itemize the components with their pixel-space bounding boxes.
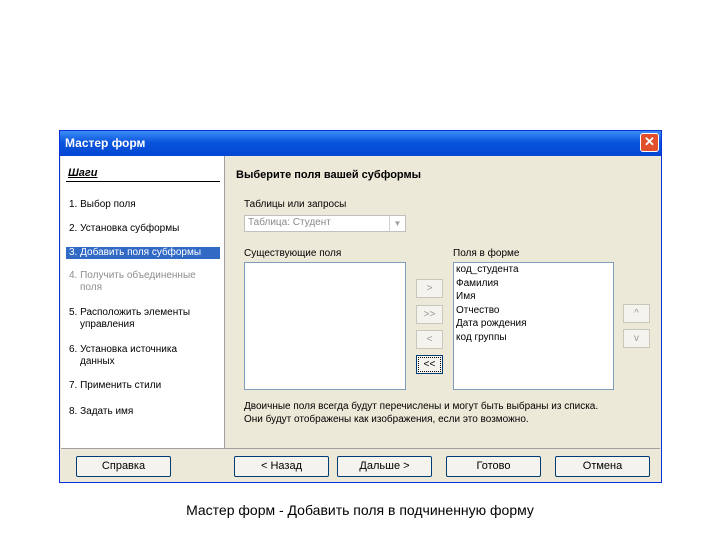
move-up-button[interactable]: ^ [623,304,650,323]
title-bar[interactable]: Мастер форм ✕ [60,131,661,156]
back-button[interactable]: < Назад [234,456,329,477]
steps-panel: Шаги 1. Выбор поля 2. Установка субформы… [61,156,224,448]
step-7[interactable]: 7. Применить стили [66,380,220,392]
list-item[interactable]: Отчество [454,304,613,318]
list-item[interactable]: Имя [454,290,613,304]
remove-field-button[interactable]: < [416,330,443,349]
add-all-fields-button[interactable]: >> [416,305,443,324]
existing-fields-list[interactable] [244,262,406,390]
form-fields-label: Поля в форме [453,248,520,259]
next-button[interactable]: Дальше > [337,456,432,477]
list-item[interactable]: код_студента [454,263,613,277]
step-6-line2: данных [80,356,115,367]
list-item[interactable]: код группы [454,331,613,345]
slide-caption: Мастер форм - Добавить поля в подчиненну… [186,502,534,518]
footer-separator [61,448,660,449]
table-select-value: Таблица: Студент [248,217,331,228]
form-fields-list[interactable]: код_студента Фамилия Имя Отчество Дата р… [453,262,614,390]
step-4: 4. Получить объединенные поля [66,270,220,294]
close-button[interactable]: ✕ [640,133,659,152]
close-icon: ✕ [644,134,655,149]
cancel-button[interactable]: Отмена [555,456,650,477]
step-6[interactable]: 6. Установка источника данных [66,344,220,368]
step-8[interactable]: 8. Задать имя [66,406,220,418]
chevron-down-icon: ▼ [389,216,405,231]
page-heading: Выберите поля вашей субформы [236,169,422,181]
steps-header: Шаги [68,167,98,179]
binary-fields-note: Двоичные поля всегда будут перечислены и… [244,400,598,426]
steps-divider [66,181,220,182]
note-line-1: Двоичные поля всегда будут перечислены и… [244,401,599,412]
window-title: Мастер форм [65,136,146,150]
step-1[interactable]: 1. Выбор поля [66,199,220,211]
step-6-line1: 6. Установка источника [69,344,178,355]
finish-button[interactable]: Готово [446,456,541,477]
vertical-separator [224,156,225,448]
remove-all-fields-button[interactable]: << [416,355,443,374]
existing-fields-label: Существующие поля [244,248,342,259]
note-line-2: Они будут отображены как изображения, ес… [244,414,529,425]
step-5-line2: управления [80,319,135,330]
step-5-line1: 5. Расположить элементы [69,307,191,318]
step-3-active[interactable]: 3. Добавить поля субформы [66,247,220,259]
list-item[interactable]: Дата рождения [454,317,613,331]
step-5[interactable]: 5. Расположить элементы управления [66,307,220,331]
step-4-line2: поля [80,282,103,293]
add-field-button[interactable]: > [416,279,443,298]
table-select[interactable]: Таблица: Студент ▼ [244,215,406,232]
step-4-line1: 4. Получить объединенные [69,270,196,281]
list-item[interactable]: Фамилия [454,277,613,291]
form-wizard-window: Мастер форм ✕ Шаги 1. Выбор поля 2. Уста… [59,130,662,483]
move-down-button[interactable]: v [623,329,650,348]
step-2[interactable]: 2. Установка субформы [66,223,220,235]
tables-label: Таблицы или запросы [244,199,347,210]
help-button[interactable]: Справка [76,456,171,477]
